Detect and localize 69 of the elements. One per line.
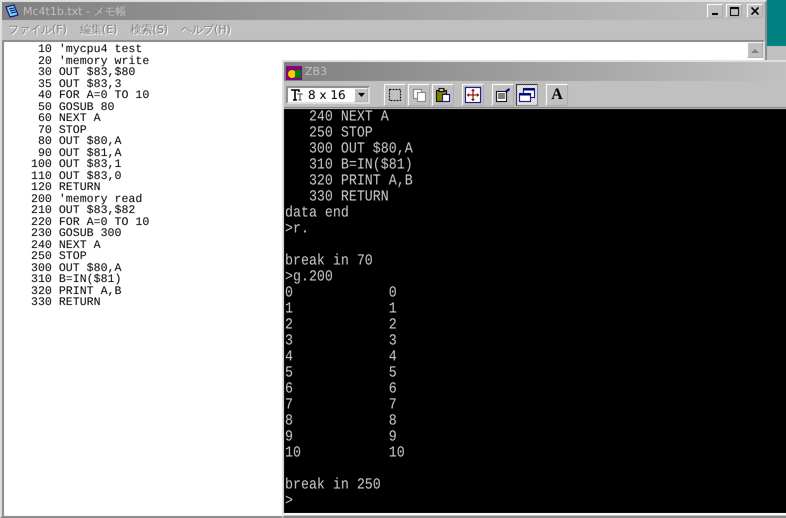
paste-icon xyxy=(435,87,451,103)
paste-button[interactable] xyxy=(432,84,454,106)
code-line: 220 FOR A=0 TO 10 xyxy=(31,216,150,228)
console-line: 10 10 xyxy=(285,444,405,462)
console-line: 250 STOP xyxy=(308,124,373,142)
font-size-dropdown[interactable]: 8 x 16 xyxy=(286,86,370,104)
console-line: >g.200 xyxy=(285,268,333,286)
font-button[interactable]: A xyxy=(546,84,568,106)
close-icon xyxy=(751,7,759,15)
console-line: break in 250 xyxy=(285,476,381,494)
console-line: 7 7 xyxy=(285,396,397,414)
dashed-rectangle-icon xyxy=(388,88,402,102)
console-line: > xyxy=(285,492,293,510)
code-line: 90 OUT $81,A xyxy=(38,148,122,159)
console-line: 8 8 xyxy=(285,412,397,430)
window-title: ZB3 xyxy=(305,65,328,78)
console-line: 300 OUT $80,A xyxy=(308,140,413,158)
code-line: 10 'mycpu4 test xyxy=(36,44,142,56)
console-line: break in 70 xyxy=(285,252,373,270)
code-line: 30 OUT $83,$80 xyxy=(36,67,136,78)
maximize-icon xyxy=(730,6,738,16)
select-button[interactable] xyxy=(384,84,406,106)
console-line: 0 0 xyxy=(285,284,397,302)
notepad-icon xyxy=(4,4,20,18)
code-line: 210 OUT $83,$82 xyxy=(31,205,136,216)
code-line: 230 GOSUB 300 xyxy=(31,228,122,240)
four-arrows-icon xyxy=(465,87,481,103)
console-line: 4 4 xyxy=(285,348,397,366)
code-line: 40 FOR A=0 TO 10 xyxy=(36,90,150,102)
app-icon xyxy=(286,64,302,80)
code-line: 70 STOP xyxy=(36,124,87,136)
console-line: >r. xyxy=(285,220,309,238)
console-line: 3 3 xyxy=(285,332,397,350)
code-line: 20 'memory write xyxy=(36,56,150,67)
code-line: 250 STOP xyxy=(31,251,87,262)
move-button[interactable] xyxy=(462,84,484,106)
console-line: 330 RETURN xyxy=(308,188,389,206)
code-line: 310 B=IN($81) xyxy=(31,274,122,286)
console-line: 9 9 xyxy=(285,428,397,446)
code-line: 50 GOSUB 80 xyxy=(36,102,114,113)
code-line: 120 RETURN xyxy=(31,182,101,194)
code-line: 100 OUT $83,1 xyxy=(31,159,122,170)
code-line: 240 NEXT A xyxy=(31,240,101,251)
scroll-up-button[interactable] xyxy=(747,42,763,58)
console-line: 320 PRINT A,B xyxy=(308,172,413,190)
console-line: 6 6 xyxy=(285,380,397,398)
copy-button[interactable] xyxy=(408,84,430,106)
console-line: 2 2 xyxy=(285,316,397,334)
code-line: 80 OUT $80,A xyxy=(36,136,122,148)
console-line: 5 5 xyxy=(285,364,397,382)
code-line: 35 OUT $83,3 xyxy=(36,78,122,90)
copy-icon xyxy=(412,88,426,102)
code-line: 300 OUT $80,A xyxy=(31,262,122,274)
code-line: 110 OUT $83,0 xyxy=(31,170,122,182)
properties-icon xyxy=(495,87,511,103)
code-line: 320 PRINT A,B xyxy=(31,286,122,297)
code-line: 330 RETURN xyxy=(31,297,101,308)
code-line: 60 NEXT A xyxy=(36,113,101,124)
console-line: 1 1 xyxy=(285,300,397,318)
font-icon xyxy=(290,89,304,101)
up-arrow-icon xyxy=(751,48,759,52)
console-line: 240 NEXT A xyxy=(308,109,389,126)
console-line: data end xyxy=(285,204,349,222)
properties-button[interactable] xyxy=(492,84,514,106)
console-line: 310 B=IN($81) xyxy=(308,156,413,174)
dropdown-arrow-icon xyxy=(358,93,364,97)
window-button[interactable] xyxy=(516,84,538,106)
code-line: 200 'memory read xyxy=(31,194,142,205)
windows-icon xyxy=(518,87,536,103)
